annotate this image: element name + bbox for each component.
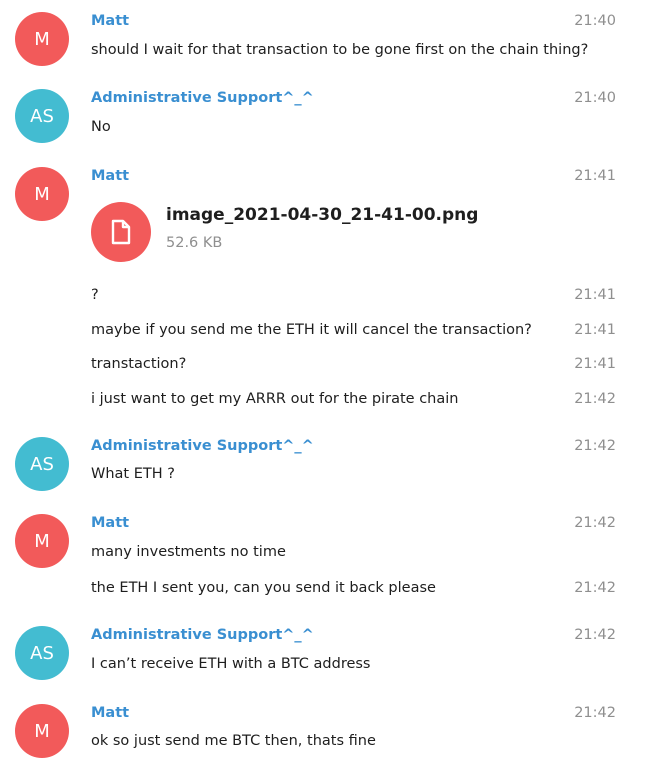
sender-name-matt[interactable]: Matt <box>91 705 129 721</box>
sender-name-admin[interactable]: Administrative Support^_^ <box>91 90 314 106</box>
message-time: 21:41 <box>574 287 616 303</box>
avatar-matt[interactable]: M <box>15 167 69 221</box>
message-time: 21:42 <box>574 705 616 721</box>
message-time: 21:42 <box>574 391 616 407</box>
message-text: i just want to get my ARRR out for the p… <box>91 391 459 407</box>
document-icon <box>111 219 131 245</box>
avatar-admin[interactable]: AS <box>15 437 69 491</box>
message-text: ok so just send me BTC then, thats fine <box>91 733 376 749</box>
avatar-matt[interactable]: M <box>15 514 69 568</box>
avatar-matt[interactable]: M <box>15 12 69 66</box>
avatar-matt[interactable]: M <box>15 704 69 758</box>
message-text: ? <box>91 287 99 303</box>
message-text: I can’t receive ETH with a BTC address <box>91 656 371 672</box>
message-time: 21:41 <box>574 356 616 372</box>
avatar-admin[interactable]: AS <box>15 89 69 143</box>
message-time: 21:41 <box>574 322 616 338</box>
sender-name-matt[interactable]: Matt <box>91 168 129 184</box>
message-text: No <box>91 119 111 135</box>
message-time: 21:41 <box>574 168 616 184</box>
avatar-admin[interactable]: AS <box>15 626 69 680</box>
message-time: 21:42 <box>574 438 616 454</box>
message-time: 21:42 <box>574 515 616 531</box>
sender-name-admin[interactable]: Administrative Support^_^ <box>91 627 314 643</box>
message-time: 21:42 <box>574 580 616 596</box>
sender-name-admin[interactable]: Administrative Support^_^ <box>91 438 314 454</box>
message-text: many investments no time <box>91 544 286 560</box>
message-text: What ETH ? <box>91 466 175 482</box>
file-download-button[interactable] <box>91 202 151 262</box>
message-text: the ETH I sent you, can you send it back… <box>91 580 436 596</box>
file-name[interactable]: image_2021-04-30_21-41-00.png <box>166 205 478 225</box>
message-text: maybe if you send me the ETH it will can… <box>91 322 532 338</box>
message-time: 21:40 <box>574 90 616 106</box>
message-text: should I wait for that transaction to be… <box>91 42 589 58</box>
sender-name-matt[interactable]: Matt <box>91 13 129 29</box>
message-time: 21:42 <box>574 627 616 643</box>
chat-history: M Matt 21:40 should I wait for that tran… <box>0 0 651 777</box>
file-size: 52.6 KB <box>166 235 223 251</box>
sender-name-matt[interactable]: Matt <box>91 515 129 531</box>
message-text: transtaction? <box>91 356 187 372</box>
message-time: 21:40 <box>574 13 616 29</box>
